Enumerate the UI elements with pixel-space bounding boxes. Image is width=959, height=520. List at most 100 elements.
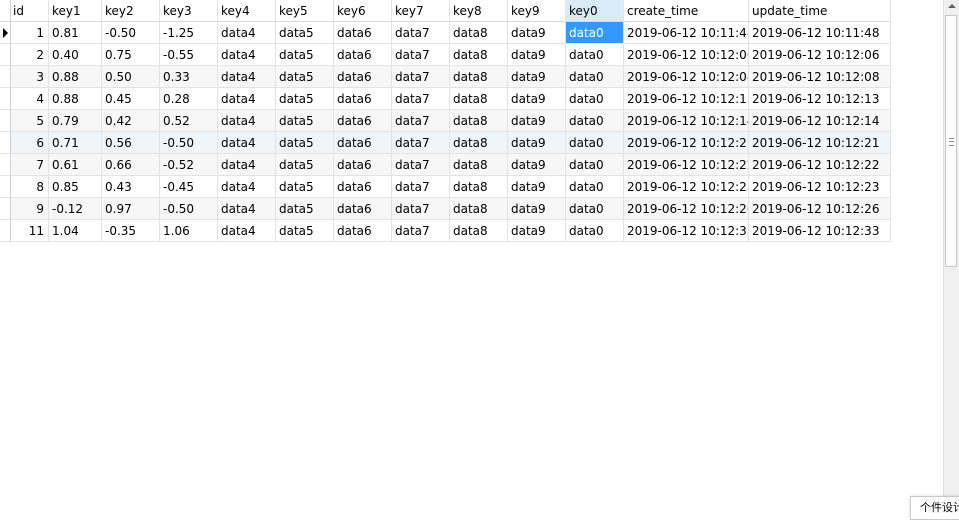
cell-key5[interactable]: data5 xyxy=(276,88,334,110)
cell-key4[interactable]: data4 xyxy=(218,44,276,66)
table-row[interactable]: 1 0.81 -0.50 -1.25 data4 data5 data6 dat… xyxy=(0,22,891,44)
cell-key8[interactable]: data8 xyxy=(450,132,508,154)
cell-key3[interactable]: -0.50 xyxy=(160,198,218,220)
cell-id[interactable]: 11 xyxy=(11,220,49,242)
cell-key4[interactable]: data4 xyxy=(218,220,276,242)
cell-id[interactable]: 3 xyxy=(11,66,49,88)
table-row[interactable]: 6 0.71 0.56 -0.50 data4 data5 data6 data… xyxy=(0,132,891,154)
row-indicator[interactable] xyxy=(0,44,11,66)
cell-key5[interactable]: data5 xyxy=(276,176,334,198)
cell-id[interactable]: 5 xyxy=(11,110,49,132)
row-indicator[interactable] xyxy=(0,22,11,44)
scroll-up-arrow-icon[interactable] xyxy=(948,4,956,8)
cell-key2[interactable]: 0.43 xyxy=(102,176,160,198)
cell-key3[interactable]: -0.50 xyxy=(160,132,218,154)
cell-key9[interactable]: data9 xyxy=(508,66,566,88)
cell-key1[interactable]: -0.12 xyxy=(49,198,102,220)
column-header-key4[interactable]: key4 xyxy=(218,0,276,22)
cell-key0[interactable]: data0 xyxy=(566,110,624,132)
row-indicator[interactable] xyxy=(0,154,11,176)
column-header-key8[interactable]: key8 xyxy=(450,0,508,22)
cell-key2[interactable]: 0.97 xyxy=(102,198,160,220)
cell-key3[interactable]: 1.06 xyxy=(160,220,218,242)
cell-update-time[interactable]: 2019-06-12 10:12:33 xyxy=(749,220,891,242)
column-header-key7[interactable]: key7 xyxy=(392,0,450,22)
cell-key6[interactable]: data6 xyxy=(334,154,392,176)
cell-key0[interactable]: data0 xyxy=(566,154,624,176)
cell-key8[interactable]: data8 xyxy=(450,220,508,242)
cell-update-time[interactable]: 2019-06-12 10:12:06 xyxy=(749,44,891,66)
cell-key0-selected[interactable]: data0 xyxy=(566,22,624,44)
cell-key1[interactable]: 0.81 xyxy=(49,22,102,44)
row-indicator[interactable] xyxy=(0,88,11,110)
table-row[interactable]: 8 0.85 0.43 -0.45 data4 data5 data6 data… xyxy=(0,176,891,198)
table-row[interactable]: 11 1.04 -0.35 1.06 data4 data5 data6 dat… xyxy=(0,220,891,242)
cell-key7[interactable]: data7 xyxy=(392,22,450,44)
cell-create-time[interactable]: 2019-06-12 10:12:14 xyxy=(624,110,749,132)
row-indicator[interactable] xyxy=(0,66,11,88)
cell-key1[interactable]: 0.61 xyxy=(49,154,102,176)
cell-key1[interactable]: 0.88 xyxy=(49,66,102,88)
cell-create-time[interactable]: 2019-06-12 10:11:48 xyxy=(624,22,749,44)
cell-create-time[interactable]: 2019-06-12 10:12:33 xyxy=(624,220,749,242)
cell-key2[interactable]: 0.42 xyxy=(102,110,160,132)
cell-id[interactable]: 6 xyxy=(11,132,49,154)
row-indicator[interactable] xyxy=(0,110,11,132)
cell-key9[interactable]: data9 xyxy=(508,22,566,44)
cell-key8[interactable]: data8 xyxy=(450,154,508,176)
cell-key2[interactable]: -0.50 xyxy=(102,22,160,44)
cell-key7[interactable]: data7 xyxy=(392,44,450,66)
cell-update-time[interactable]: 2019-06-12 10:12:21 xyxy=(749,132,891,154)
cell-key6[interactable]: data6 xyxy=(334,44,392,66)
row-indicator[interactable] xyxy=(0,132,11,154)
cell-key4[interactable]: data4 xyxy=(218,154,276,176)
table-row[interactable]: 2 0.40 0.75 -0.55 data4 data5 data6 data… xyxy=(0,44,891,66)
cell-key9[interactable]: data9 xyxy=(508,88,566,110)
cell-key7[interactable]: data7 xyxy=(392,154,450,176)
scrollbar-thumb[interactable] xyxy=(945,15,957,267)
cell-key2[interactable]: 0.75 xyxy=(102,44,160,66)
cell-create-time[interactable]: 2019-06-12 10:12:21 xyxy=(624,132,749,154)
column-header-key5[interactable]: key5 xyxy=(276,0,334,22)
cell-key5[interactable]: data5 xyxy=(276,66,334,88)
cell-key3[interactable]: -1.25 xyxy=(160,22,218,44)
cell-key5[interactable]: data5 xyxy=(276,154,334,176)
cell-key4[interactable]: data4 xyxy=(218,176,276,198)
cell-key5[interactable]: data5 xyxy=(276,220,334,242)
cell-key5[interactable]: data5 xyxy=(276,22,334,44)
cell-key4[interactable]: data4 xyxy=(218,88,276,110)
cell-create-time[interactable]: 2019-06-12 10:12:22 xyxy=(624,154,749,176)
cell-id[interactable]: 9 xyxy=(11,198,49,220)
cell-id[interactable]: 1 xyxy=(11,22,49,44)
cell-key1[interactable]: 0.85 xyxy=(49,176,102,198)
cell-key3[interactable]: 0.28 xyxy=(160,88,218,110)
cell-key2[interactable]: 0.66 xyxy=(102,154,160,176)
cell-key2[interactable]: 0.56 xyxy=(102,132,160,154)
cell-key6[interactable]: data6 xyxy=(334,66,392,88)
cell-key6[interactable]: data6 xyxy=(334,88,392,110)
cell-key2[interactable]: 0.45 xyxy=(102,88,160,110)
vertical-scrollbar[interactable] xyxy=(943,0,959,514)
cell-key6[interactable]: data6 xyxy=(334,132,392,154)
cell-id[interactable]: 4 xyxy=(11,88,49,110)
cell-key7[interactable]: data7 xyxy=(392,198,450,220)
cell-key9[interactable]: data9 xyxy=(508,44,566,66)
cell-key9[interactable]: data9 xyxy=(508,154,566,176)
cell-key0[interactable]: data0 xyxy=(566,132,624,154)
column-header-key0[interactable]: key0 xyxy=(566,0,624,22)
column-header-key6[interactable]: key6 xyxy=(334,0,392,22)
cell-key5[interactable]: data5 xyxy=(276,198,334,220)
cell-key5[interactable]: data5 xyxy=(276,132,334,154)
cell-key2[interactable]: -0.35 xyxy=(102,220,160,242)
cell-create-time[interactable]: 2019-06-12 10:12:23 xyxy=(624,176,749,198)
cell-key1[interactable]: 0.88 xyxy=(49,88,102,110)
cell-key8[interactable]: data8 xyxy=(450,198,508,220)
cell-key1[interactable]: 1.04 xyxy=(49,220,102,242)
column-header-key2[interactable]: key2 xyxy=(102,0,160,22)
cell-key1[interactable]: 0.40 xyxy=(49,44,102,66)
cell-update-time[interactable]: 2019-06-12 10:12:14 xyxy=(749,110,891,132)
column-header-id[interactable]: id xyxy=(11,0,49,22)
cell-update-time[interactable]: 2019-06-12 10:12:22 xyxy=(749,154,891,176)
cell-key8[interactable]: data8 xyxy=(450,44,508,66)
cell-create-time[interactable]: 2019-06-12 10:12:08 xyxy=(624,66,749,88)
